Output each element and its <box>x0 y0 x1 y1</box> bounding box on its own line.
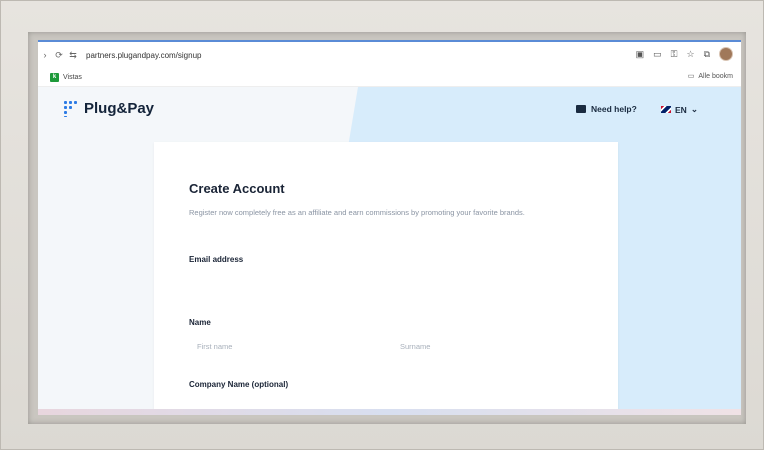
profile-avatar[interactable] <box>719 47 733 61</box>
chat-icon <box>576 105 586 113</box>
forward-icon[interactable]: › <box>38 50 52 60</box>
page-subtitle: Register now completely free as an affil… <box>189 208 525 217</box>
page-title: Create Account <box>189 181 285 196</box>
need-help-button[interactable]: Need help? <box>576 104 637 114</box>
browser-window: › ⟳ ⇆ partners.plugandpay.com/signup ▣ ▭… <box>38 40 741 415</box>
name-label: Name <box>189 318 211 327</box>
site-settings-icon[interactable]: ⇆ <box>66 50 80 61</box>
reload-icon[interactable]: ⟳ <box>52 50 66 61</box>
extensions-icon[interactable]: ⧉ <box>704 49 710 60</box>
folder-icon: ▭ <box>687 73 695 80</box>
chevron-down-icon: ⌄ <box>690 104 698 114</box>
bookmark-star-icon[interactable]: ☆ <box>686 49 694 60</box>
company-name-label: Company Name (optional) <box>189 380 289 389</box>
language-selector[interactable]: EN ⌄ <box>661 104 698 115</box>
language-label: EN <box>675 104 687 115</box>
all-bookmarks-label: Alle bookm <box>698 72 733 80</box>
bookmark-vistas[interactable]: Vistas <box>63 74 82 81</box>
bookmarks-bar: k Vistas ▭ Alle bookm <box>38 68 741 87</box>
url-text[interactable]: partners.plugandpay.com/signup <box>86 51 201 60</box>
cast-icon[interactable]: ▭ <box>653 49 662 60</box>
signup-card: Create Account Register now completely f… <box>154 142 618 415</box>
page-content: Plug&Pay Need help? EN ⌄ Create Account … <box>38 87 741 415</box>
need-help-label: Need help? <box>591 104 637 114</box>
translate-icon[interactable]: ▣ <box>636 49 645 60</box>
address-bar-row: › ⟳ ⇆ partners.plugandpay.com/signup ▣ ▭… <box>38 42 741 68</box>
email-label: Email address <box>189 255 244 264</box>
bookmark-favicon-icon: k <box>50 72 59 82</box>
toolbar-icons: ▣ ▭ ⚿ ☆ ⧉ <box>636 47 733 61</box>
all-bookmarks-button[interactable]: ▭ Alle bookm <box>687 72 733 81</box>
brand-logo[interactable]: Plug&Pay <box>64 100 154 117</box>
email-field[interactable] <box>189 272 584 292</box>
taskbar-strip <box>38 409 741 415</box>
password-key-icon[interactable]: ⚿ <box>671 49 678 60</box>
surname-field[interactable]: Surname <box>400 342 430 351</box>
brand-name: Plug&Pay <box>84 100 155 117</box>
plugandpay-logo-icon <box>64 100 78 117</box>
first-name-field[interactable]: First name <box>197 342 232 351</box>
uk-flag-icon <box>661 106 671 113</box>
